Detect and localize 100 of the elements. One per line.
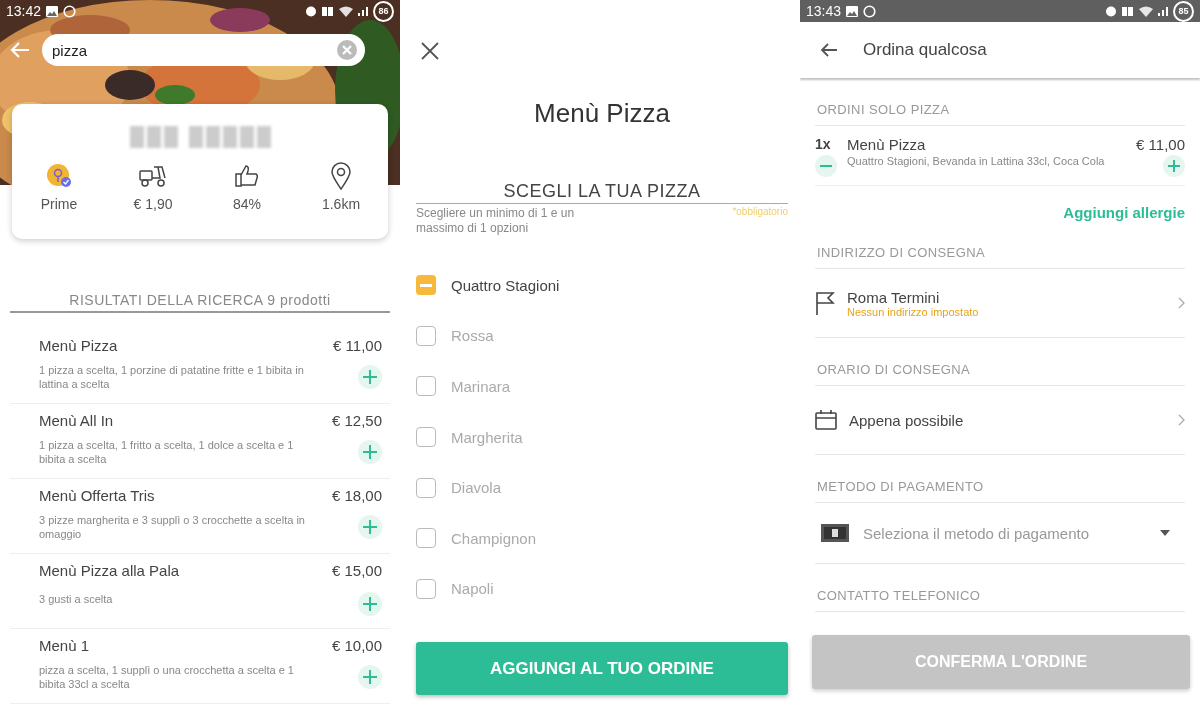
checkbox[interactable]	[416, 477, 436, 498]
product-price: € 11,00	[333, 337, 382, 356]
add-button[interactable]	[358, 514, 382, 539]
product-row[interactable]: Menù Pizza € 11,00 1 pizza a scelta, 1 porzine di patatine fritte e 1 bibita in lattina a scelta	[10, 329, 390, 404]
wifi-icon	[339, 5, 353, 17]
option-item[interactable]: Marinara	[416, 361, 788, 412]
add-button[interactable]	[358, 664, 382, 689]
section-heading: METODO DI PAGAMENTO	[817, 479, 984, 494]
checkbox[interactable]	[416, 528, 436, 549]
product-price: € 18,00	[331, 487, 382, 506]
stat-label: 84%	[233, 196, 261, 212]
section-heading: CONTATTO TELEFONICO	[817, 588, 981, 603]
option-label: Margherita	[451, 428, 523, 446]
add-button[interactable]	[358, 364, 382, 389]
clear-icon[interactable]	[337, 40, 357, 60]
back-arrow-icon[interactable]	[820, 42, 838, 58]
location-pin-icon	[331, 162, 351, 190]
selection-hint: Scegliere un minimo di 1 e un massimo di 1 opzioni	[416, 206, 576, 236]
payment-dropdown[interactable]: Seleziona il metodo di pagamento	[815, 503, 1185, 564]
section-title: SCEGLI LA TUA PIZZA	[503, 181, 701, 201]
calendar-icon	[815, 410, 837, 430]
address-name: Roma Termini	[847, 288, 941, 306]
required-label: *obbligatorio	[732, 206, 788, 219]
section-heading: ORARIO DI CONSEGNA	[817, 362, 971, 377]
status-time: 13:42	[6, 3, 42, 19]
option-item[interactable]: Napoli	[416, 563, 788, 615]
item-price: € 11,00	[1136, 136, 1185, 153]
thumbs-up-icon	[234, 162, 260, 190]
checkbox[interactable]	[416, 325, 436, 346]
product-row[interactable]: Menù Offerta Tris € 18,00 3 pizze margherita e 3 supplì o 3 crocchette a scelta in omaggio	[10, 479, 390, 554]
option-label: Marinara	[451, 378, 511, 395]
status-time: 13:43	[806, 3, 842, 19]
battery-level: 85	[1173, 0, 1194, 22]
item-name: Menù Pizza	[847, 136, 927, 153]
stat-label: € 1,90	[133, 196, 173, 212]
results-heading: RISULTATI DELLA RICERCA 9 prodotti	[69, 292, 331, 308]
dropdown-caret-icon	[1160, 530, 1170, 536]
item-details: Quattro Stagioni, Bevanda in Lattina 33cl, Coca Cola	[847, 155, 1106, 169]
increase-button[interactable]	[1163, 155, 1185, 177]
plus-icon	[363, 444, 377, 459]
delivery-time-row[interactable]: Appena possibile	[815, 386, 1185, 455]
product-description: 1 pizza a scelta, 1 porzine di patatine fritte e 1 bibita in lattina a scelta	[39, 362, 305, 392]
option-label: Rossa	[451, 327, 494, 345]
decrease-button[interactable]	[815, 155, 837, 177]
address-row[interactable]: Roma Termini Nessun indirizzo impostato	[815, 269, 1185, 338]
product-row[interactable]: Menù All In € 12,50 1 pizza a scelta, 1 fritto a scelta, 1 dolce a scelta e 1 bibita a scelta	[10, 404, 390, 479]
add-button[interactable]	[358, 439, 382, 464]
chevron-right-icon	[1178, 297, 1185, 309]
product-name: Menù Pizza	[39, 337, 119, 356]
item-quantity: 1x	[815, 136, 832, 153]
product-description: 1 pizza a scelta, 1 fritto a scelta, 1 dolce a scelta e 1 bibita a scelta	[39, 437, 295, 467]
close-icon[interactable]	[421, 42, 439, 60]
product-row[interactable]: Menù Pizza alla Pala € 15,00 3 gusti a scelta	[10, 554, 390, 629]
checkbox[interactable]	[416, 376, 436, 397]
address-note: Nessun indirizzo impostato	[847, 305, 980, 318]
product-name: Menù All In	[39, 412, 115, 431]
section-heading: ORDINI SOLO PIZZA	[817, 102, 950, 117]
stat-label: Prime	[40, 196, 78, 212]
plus-icon	[363, 596, 377, 611]
product-row[interactable]: Menù 1 € 10,00 pizza a scelta, 1 supplì o una crocchetta a scelta e 1 bibita 33cl a scelta	[10, 629, 390, 704]
add-to-order-button[interactable]: AGGIUNGI AL TUO ORDINE	[416, 642, 788, 695]
checkbox[interactable]	[416, 275, 436, 296]
add-allergies-link[interactable]: Aggiungi allergie	[1063, 204, 1185, 221]
add-button[interactable]	[358, 591, 382, 616]
flag-icon	[815, 291, 835, 315]
delivery-time: Appena possibile	[849, 411, 965, 429]
option-label: Champignon	[451, 529, 537, 547]
option-item[interactable]: Champignon	[416, 512, 788, 564]
product-description: pizza a scelta, 1 supplì o una crocchetta a scelta e 1 bibita 33cl a scelta	[39, 662, 295, 692]
product-price: € 12,50	[331, 412, 382, 431]
cash-icon	[821, 524, 849, 542]
option-item[interactable]: Quattro Stagioni	[416, 260, 788, 311]
chevron-right-icon	[1178, 414, 1185, 426]
dialog-title: Menù Pizza	[533, 98, 671, 129]
option-label: Quattro Stagioni	[451, 276, 560, 294]
image-icon	[46, 5, 59, 17]
option-item[interactable]: Margherita	[416, 411, 788, 463]
product-description: 3 gusti a scelta	[39, 591, 114, 607]
product-price: € 10,00	[331, 637, 382, 656]
product-name: Menù Pizza alla Pala	[39, 562, 181, 581]
minus-icon	[420, 283, 432, 287]
option-item[interactable]: Rossa	[416, 310, 788, 362]
option-label: Napoli	[451, 580, 494, 598]
wifi-icon	[1139, 5, 1153, 17]
option-label: Diavola	[451, 479, 502, 497]
checkbox[interactable]	[416, 578, 436, 599]
product-description: 3 pizze margherita e 3 supplì o 3 crocchette a scelta in omaggio	[39, 512, 306, 542]
option-item[interactable]: Diavola	[416, 462, 788, 513]
plus-icon	[1168, 160, 1180, 172]
search-field[interactable]: pizza	[42, 34, 365, 66]
badge-icon	[45, 162, 73, 190]
section-heading: INDIRIZZO DI CONSEGNA	[817, 245, 986, 260]
product-name: Menù 1	[39, 637, 91, 656]
plus-icon	[363, 369, 377, 384]
battery-level: 86	[373, 0, 394, 22]
plus-icon	[363, 669, 377, 684]
checkbox[interactable]	[416, 427, 436, 448]
signal-bars-icon	[358, 6, 368, 16]
product-price: € 15,00	[331, 562, 382, 581]
plus-icon	[363, 519, 377, 534]
